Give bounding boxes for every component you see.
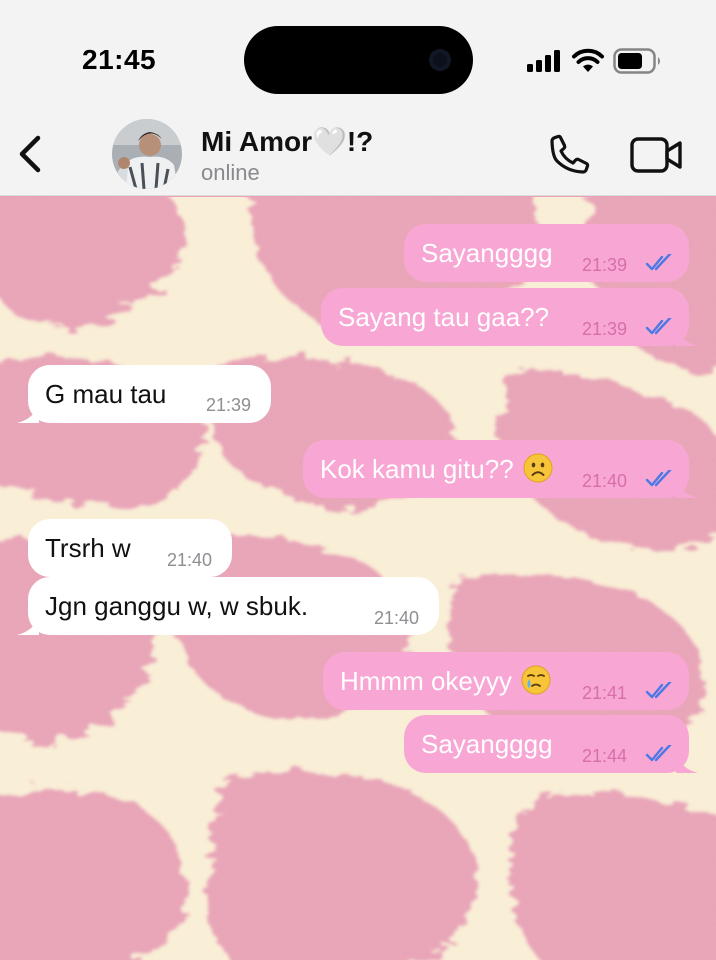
message-time: 21:40 [373, 608, 419, 628]
message-time: 21:40 [581, 471, 627, 491]
face-holding-back-tears-emoji-icon [521, 665, 551, 695]
message-time: 21:39 [581, 319, 627, 339]
message-bubble-outgoing[interactable]: Sayangggg 21:44 [404, 715, 698, 773]
contact-status: online [201, 160, 260, 185]
message-text: Jgn ganggu w, w sbuk. [45, 591, 309, 621]
frowning-face-emoji-icon [523, 453, 553, 483]
message-time: 21:40 [166, 550, 212, 570]
message-bubble-incoming[interactable]: G mau tau 21:39 [17, 365, 271, 423]
message-bubble-outgoing[interactable]: Hmmm okeyyy 21:41 [323, 652, 689, 710]
contact-avatar[interactable] [112, 119, 182, 189]
double-check-read-icon [645, 470, 672, 487]
message-bubble-outgoing[interactable]: Kok kamu gitu?? 21:40 [303, 440, 698, 498]
message-time: 21:39 [581, 255, 627, 275]
message-text: Kok kamu gitu?? [320, 454, 514, 484]
double-check-read-icon [645, 254, 672, 271]
status-bar: 21:45 [0, 0, 716, 112]
message-bubble-outgoing[interactable]: Sayang tau gaa?? 21:39 [321, 288, 698, 346]
double-check-read-icon [645, 682, 672, 699]
cellular-signal-icon [527, 50, 560, 72]
message-bubble-outgoing[interactable]: Sayangggg 21:39 [404, 224, 689, 282]
message-time: 21:41 [581, 683, 627, 703]
message-bubble-incoming[interactable]: Trsrh w 21:40 [28, 519, 232, 577]
message-time: 21:39 [205, 395, 251, 415]
bubble-tail [17, 617, 39, 635]
message-text: G mau tau [45, 379, 167, 409]
message-text: Sayangggg [421, 729, 553, 759]
message-text: Sayang tau gaa?? [338, 302, 550, 332]
battery-icon [613, 48, 660, 74]
message-text: Hmmm okeyyy [340, 666, 512, 696]
message-time: 21:44 [581, 746, 627, 766]
front-camera-icon [429, 49, 451, 71]
dynamic-island [244, 26, 473, 94]
bubble-tail [676, 755, 698, 773]
message-text: Sayangggg [421, 238, 553, 268]
chat-header: Mi Amor🤍!? online [0, 112, 716, 196]
message-text: Trsrh w [45, 533, 131, 563]
phone-icon[interactable] [548, 132, 592, 176]
back-chevron-icon[interactable] [14, 132, 48, 176]
chat-area[interactable]: Sayangggg 21:39 Sayang tau gaa?? 21:39 G… [0, 197, 716, 960]
video-camera-icon[interactable] [630, 136, 684, 174]
double-check-read-icon [645, 318, 672, 335]
message-bubble-incoming[interactable]: Jgn ganggu w, w sbuk. 21:40 [17, 577, 439, 635]
wifi-icon [572, 48, 604, 72]
contact-name[interactable]: Mi Amor🤍!? [201, 125, 373, 158]
bubble-tail [17, 405, 39, 423]
status-time: 21:45 [82, 44, 157, 75]
bubble-tail [676, 328, 698, 346]
bubble-tail [676, 480, 698, 498]
double-check-read-icon [645, 745, 672, 762]
